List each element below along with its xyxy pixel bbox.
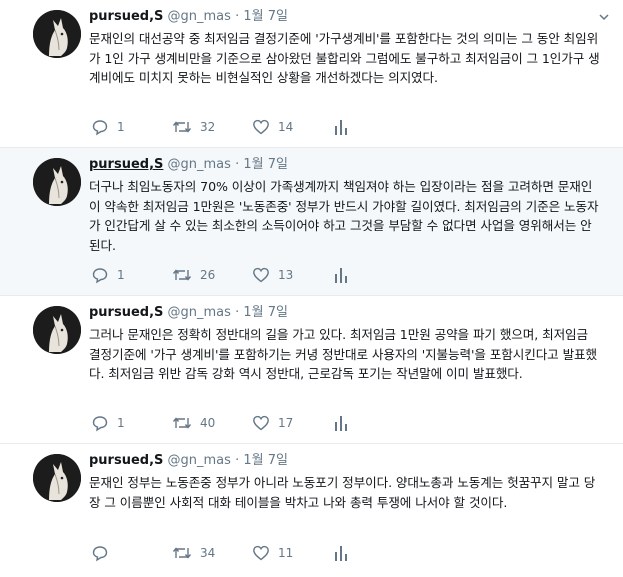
reply-icon xyxy=(92,268,108,284)
timestamp[interactable]: 1월 7일 xyxy=(243,305,288,320)
reply-button[interactable]: 1 xyxy=(91,118,125,136)
horse-head-icon xyxy=(33,10,81,58)
analytics-icon xyxy=(335,416,347,431)
analytics-icon xyxy=(335,546,347,561)
reply-icon xyxy=(92,120,108,136)
action-bar: 1 40 17 xyxy=(89,414,489,434)
analytics-button[interactable] xyxy=(334,266,348,284)
retweet-icon xyxy=(172,269,192,281)
retweet-button[interactable]: 40 xyxy=(172,414,215,432)
handle[interactable]: @gn_mas xyxy=(168,453,231,468)
reply-button[interactable] xyxy=(91,544,117,562)
handle[interactable]: @gn_mas xyxy=(168,157,231,172)
reply-icon xyxy=(92,416,108,432)
like-count: 17 xyxy=(278,416,294,430)
retweet-icon xyxy=(172,121,192,133)
horse-head-icon xyxy=(33,454,81,502)
retweet-icon xyxy=(172,417,192,429)
like-icon xyxy=(253,415,269,431)
tweet-text: 문재인 정부는 노동존중 정부가 아니라 노동포기 정부이다. 양대노총과 노동… xyxy=(89,475,596,510)
timestamp[interactable]: 1월 7일 xyxy=(243,453,288,468)
reply-count: 1 xyxy=(117,268,125,282)
retweet-count: 26 xyxy=(200,268,216,282)
timestamp[interactable]: 1월 7일 xyxy=(243,157,288,172)
caret-down-icon[interactable] xyxy=(597,10,611,24)
display-name[interactable]: pursued,S xyxy=(89,305,163,320)
retweet-count: 32 xyxy=(200,120,216,134)
tweet-header: pursued,S @gn_mas · 1월 7일 xyxy=(89,8,288,26)
like-count: 14 xyxy=(278,120,294,134)
analytics-button[interactable] xyxy=(334,118,348,136)
display-name[interactable]: pursued,S xyxy=(89,453,163,468)
tweet-header: pursued,S @gn_mas · 1월 7일 xyxy=(89,304,288,322)
tweet-3[interactable]: pursued,S @gn_mas · 1월 7일 그러나 문재인은 정확히 정… xyxy=(0,296,623,444)
like-button[interactable]: 11 xyxy=(252,544,293,562)
horse-head-icon xyxy=(33,158,81,206)
display-name[interactable]: pursued,S xyxy=(89,157,163,172)
analytics-icon xyxy=(335,268,347,283)
tweet-text: 더구나 최임노동자의 70% 이상이 가족생계까지 책임져야 하는 입장이라는 … xyxy=(89,179,599,253)
separator-dot: · xyxy=(235,9,240,24)
avatar[interactable] xyxy=(33,10,81,58)
analytics-icon xyxy=(335,120,347,135)
reply-count: 1 xyxy=(117,416,125,430)
avatar[interactable] xyxy=(33,306,81,354)
like-button[interactable]: 13 xyxy=(252,266,293,284)
retweet-count: 40 xyxy=(200,416,216,430)
like-count: 11 xyxy=(278,546,294,560)
tweet-text: 문재인의 대선공약 중 최저임금 결정기준에 '가구생계비'를 포함한다는 것의… xyxy=(89,31,600,85)
action-bar: 1 32 14 xyxy=(89,118,489,138)
retweet-count: 34 xyxy=(200,546,216,560)
avatar[interactable] xyxy=(33,158,81,206)
reply-button[interactable]: 1 xyxy=(91,266,125,284)
tweet-thread: pursued,S @gn_mas · 1월 7일 문재인의 대선공약 중 최저… xyxy=(0,0,623,577)
action-bar: 34 11 xyxy=(89,544,489,564)
tweet-2[interactable]: pursued,S @gn_mas · 1월 7일 더구나 최임노동자의 70%… xyxy=(0,148,623,296)
like-button[interactable]: 17 xyxy=(252,414,293,432)
retweet-button[interactable]: 32 xyxy=(172,118,215,136)
tweet-4[interactable]: pursued,S @gn_mas · 1월 7일 문재인 정부는 노동존중 정… xyxy=(0,444,623,577)
like-icon xyxy=(253,545,269,561)
display-name[interactable]: pursued,S xyxy=(89,9,163,24)
reply-count: 1 xyxy=(117,120,125,134)
like-icon xyxy=(253,119,269,135)
like-count: 13 xyxy=(278,268,294,282)
retweet-button[interactable]: 34 xyxy=(172,544,215,562)
separator-dot: · xyxy=(235,453,240,468)
like-button[interactable]: 14 xyxy=(252,118,293,136)
handle[interactable]: @gn_mas xyxy=(168,9,231,24)
analytics-button[interactable] xyxy=(334,544,348,562)
avatar[interactable] xyxy=(33,454,81,502)
tweet-header: pursued,S @gn_mas · 1월 7일 xyxy=(89,452,288,470)
timestamp[interactable]: 1월 7일 xyxy=(243,9,288,24)
handle[interactable]: @gn_mas xyxy=(168,305,231,320)
tweet-text: 그러나 문재인은 정확히 정반대의 길을 가고 있다. 최저임금 1만원 공약을… xyxy=(89,327,598,381)
action-bar: 1 26 13 xyxy=(89,266,489,286)
analytics-button[interactable] xyxy=(334,414,348,432)
tweet-1[interactable]: pursued,S @gn_mas · 1월 7일 문재인의 대선공약 중 최저… xyxy=(0,0,623,148)
retweet-icon xyxy=(172,547,192,559)
horse-head-icon xyxy=(33,306,81,354)
separator-dot: · xyxy=(235,305,240,320)
reply-icon xyxy=(92,546,108,562)
tweet-header: pursued,S @gn_mas · 1월 7일 xyxy=(89,156,288,174)
like-icon xyxy=(253,267,269,283)
retweet-button[interactable]: 26 xyxy=(172,266,215,284)
separator-dot: · xyxy=(235,157,240,172)
reply-button[interactable]: 1 xyxy=(91,414,125,432)
